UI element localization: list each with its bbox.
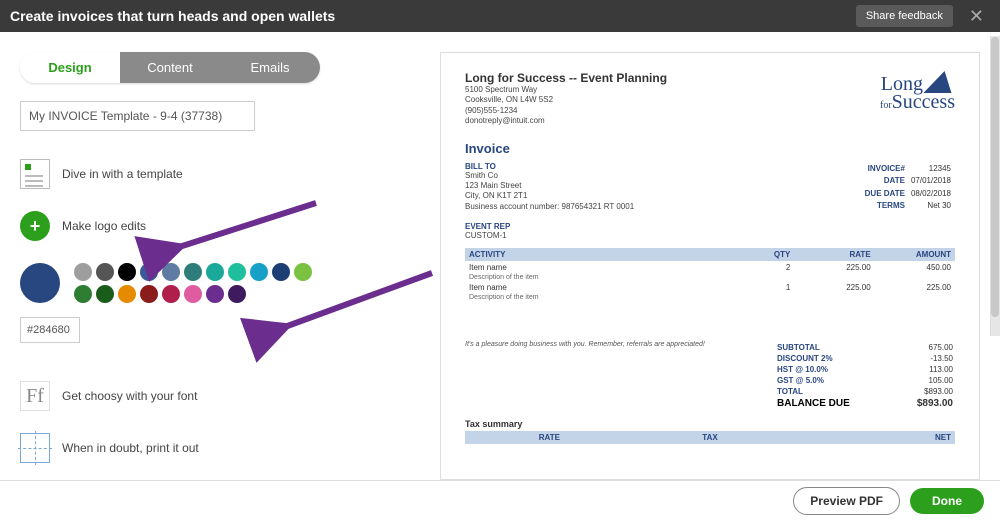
billto-bn: Business account number: 987654321 RT 00…: [465, 202, 634, 212]
option-label: Make logo edits: [62, 219, 146, 233]
color-swatch[interactable]: [162, 285, 180, 303]
invoice-title: Invoice: [465, 141, 955, 156]
tab-content[interactable]: Content: [120, 52, 220, 83]
color-swatch[interactable]: [118, 285, 136, 303]
billto-street: 123 Main Street: [465, 181, 634, 191]
font-icon: Ff: [20, 381, 50, 411]
close-icon[interactable]: ✕: [963, 6, 990, 27]
totals-table: SUBTOTAL675.00 DISCOUNT 2%-13.50 HST @ 1…: [775, 341, 955, 411]
item-desc: Description of the item: [465, 274, 955, 281]
option-label: When in doubt, print it out: [62, 441, 199, 455]
color-swatch[interactable]: [74, 263, 92, 281]
header-right: Share feedback ✕: [856, 5, 990, 27]
option-dive-template[interactable]: Dive in with a template: [20, 159, 420, 189]
billto-block: BILL TO Smith Co 123 Main Street City, O…: [465, 162, 634, 213]
items-header: ACTIVITY QTY RATE AMOUNT: [465, 248, 955, 261]
company-addr1: 5100 Spectrum Way: [465, 85, 667, 95]
print-size-icon: [20, 433, 50, 463]
plus-icon: +: [20, 211, 50, 241]
color-swatch[interactable]: [250, 263, 268, 281]
rep-value: CUSTOM-1: [465, 231, 955, 241]
share-feedback-button[interactable]: Share feedback: [856, 5, 953, 27]
items-body: Item name2225.00450.00Description of the…: [465, 261, 955, 301]
color-swatch[interactable]: [162, 263, 180, 281]
item-desc: Description of the item: [465, 294, 955, 301]
left-panel: Design Content Emails Dive in with a tem…: [20, 52, 420, 480]
company-name: Long for Success -- Event Planning: [465, 71, 667, 85]
tab-emails[interactable]: Emails: [220, 52, 320, 83]
option-label: Dive in with a template: [62, 167, 183, 181]
company-addr2: Cooksville, ON L4W 5S2: [465, 95, 667, 105]
annotation-arrow: [166, 198, 326, 261]
invoice-meta: INVOICE#12345 DATE07/01/2018 DUE DATE08/…: [861, 162, 955, 213]
tax-summary-label: Tax summary: [465, 419, 955, 429]
billto-city: City, ON K1T 2T1: [465, 191, 634, 201]
company-email: donotreply@intuit.com: [465, 116, 667, 126]
scrollbar-thumb[interactable]: [991, 37, 999, 317]
billto-name: Smith Co: [465, 171, 634, 181]
company-logo: Long forSuccess: [880, 71, 955, 127]
logo-for: for: [880, 100, 892, 111]
option-font[interactable]: Ff Get choosy with your font: [20, 381, 420, 411]
color-swatch[interactable]: [206, 263, 224, 281]
color-swatch[interactable]: [228, 285, 246, 303]
preview-pdf-button[interactable]: Preview PDF: [793, 487, 900, 515]
item-row: Item name2225.00450.00: [465, 261, 955, 274]
item-row: Item name1225.00225.00: [465, 281, 955, 294]
thank-you-text: It's a pleasure doing business with you.…: [465, 341, 775, 411]
annotation-arrow: [272, 268, 442, 341]
color-swatch[interactable]: [184, 285, 202, 303]
color-swatch[interactable]: [206, 285, 224, 303]
template-name-input[interactable]: [20, 101, 255, 131]
invoice-preview: Long for Success -- Event Planning 5100 …: [440, 52, 980, 480]
template-icon: [20, 159, 50, 189]
tax-summary-header: RATE TAX NET: [465, 431, 955, 444]
billto-label: BILL TO: [465, 162, 634, 171]
color-swatch[interactable]: [140, 263, 158, 281]
color-swatch[interactable]: [118, 263, 136, 281]
color-swatch[interactable]: [96, 263, 114, 281]
logo-line2: Success: [892, 91, 955, 113]
color-swatch[interactable]: [140, 285, 158, 303]
event-rep: EVENT REP CUSTOM-1: [465, 222, 955, 241]
color-swatch[interactable]: [228, 263, 246, 281]
tab-design[interactable]: Design: [20, 52, 120, 83]
done-button[interactable]: Done: [910, 488, 984, 514]
company-block: Long for Success -- Event Planning 5100 …: [465, 71, 667, 127]
hex-input[interactable]: [20, 317, 80, 343]
color-swatch[interactable]: [96, 285, 114, 303]
selected-color-swatch[interactable]: [20, 263, 60, 303]
option-label: Get choosy with your font: [62, 389, 197, 403]
bottom-bar: Preview PDF Done: [0, 480, 1000, 520]
color-swatch[interactable]: [74, 285, 92, 303]
header-bar: Create invoices that turn heads and open…: [0, 0, 1000, 32]
company-phone: (905)555-1234: [465, 106, 667, 116]
rep-label: EVENT REP: [465, 222, 955, 231]
tabs: Design Content Emails: [20, 52, 320, 83]
option-print[interactable]: When in doubt, print it out: [20, 433, 420, 463]
color-swatch[interactable]: [184, 263, 202, 281]
sail-icon: [923, 71, 958, 93]
scrollbar[interactable]: [990, 36, 1000, 336]
page-title: Create invoices that turn heads and open…: [10, 8, 335, 24]
